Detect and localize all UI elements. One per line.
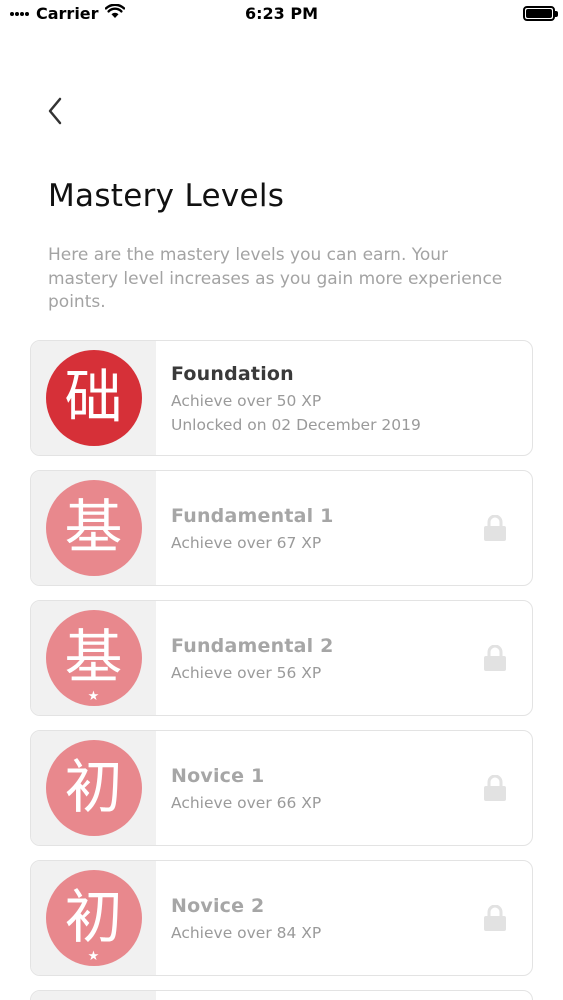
level-card-foundation[interactable]: 础 Foundation Achieve over 50 XP Unlocked… (30, 340, 533, 456)
badge-panel: 基 (31, 471, 156, 585)
lock-icon (484, 515, 506, 541)
level-requirement: Achieve over 66 XP (171, 793, 322, 812)
back-button[interactable] (40, 95, 70, 131)
lock-icon (484, 775, 506, 801)
levels-list: 础 Foundation Achieve over 50 XP Unlocked… (30, 340, 533, 1000)
status-time: 6:23 PM (244, 4, 318, 23)
level-info: Novice 2 Achieve over 84 XP (156, 861, 532, 975)
level-badge-icon: 初 (45, 740, 142, 836)
badge-panel (31, 991, 156, 1000)
level-info: Foundation Achieve over 50 XP Unlocked o… (156, 341, 532, 455)
level-requirement: Achieve over 56 XP (171, 663, 322, 682)
level-name: Novice 1 (171, 764, 265, 787)
badge-panel: 初 ★ (31, 861, 156, 975)
level-card-fundamental-2[interactable]: 基 ★ Fundamental 2 Achieve over 56 XP (30, 600, 533, 716)
level-card-novice-1[interactable]: 初 Novice 1 Achieve over 66 XP (30, 730, 533, 846)
level-badge-icon: 初 ★ (45, 870, 142, 966)
level-name: Foundation (171, 362, 294, 385)
level-name: Fundamental 1 (171, 504, 334, 527)
lock-icon (484, 645, 506, 671)
level-badge-icon: 基 ★ (45, 610, 142, 706)
level-card-novice-2[interactable]: 初 ★ Novice 2 Achieve over 84 XP (30, 860, 533, 976)
level-info: Fundamental 2 Achieve over 56 XP (156, 601, 532, 715)
badge-panel: 础 (31, 341, 156, 455)
star-icon: ★ (87, 689, 100, 704)
level-unlock-date: Unlocked on 02 December 2019 (171, 415, 421, 434)
status-bar: Carrier 6:23 PM (0, 0, 563, 30)
level-info: Fundamental 1 Achieve over 67 XP (156, 471, 532, 585)
star-icon: ★ (87, 949, 100, 964)
chevron-left-icon (47, 97, 63, 129)
badge-panel: 初 (31, 731, 156, 845)
level-card-fundamental-1[interactable]: 基 Fundamental 1 Achieve over 67 XP (30, 470, 533, 586)
level-card-partial[interactable] (30, 990, 533, 1000)
level-badge-icon: 基 (45, 480, 142, 576)
level-badge-icon: 础 (45, 350, 142, 446)
page-description: Here are the mastery levels you can earn… (48, 245, 503, 312)
badge-panel: 基 ★ (31, 601, 156, 715)
level-info: Novice 1 Achieve over 66 XP (156, 731, 532, 845)
level-name: Fundamental 2 (171, 634, 334, 657)
lock-icon (484, 905, 506, 931)
battery-icon (523, 6, 558, 21)
page-title: Mastery Levels (48, 178, 285, 214)
level-requirement: Achieve over 84 XP (171, 923, 322, 942)
level-requirement: Achieve over 67 XP (171, 533, 322, 552)
level-name: Novice 2 (171, 894, 265, 917)
level-requirement: Achieve over 50 XP (171, 391, 322, 410)
